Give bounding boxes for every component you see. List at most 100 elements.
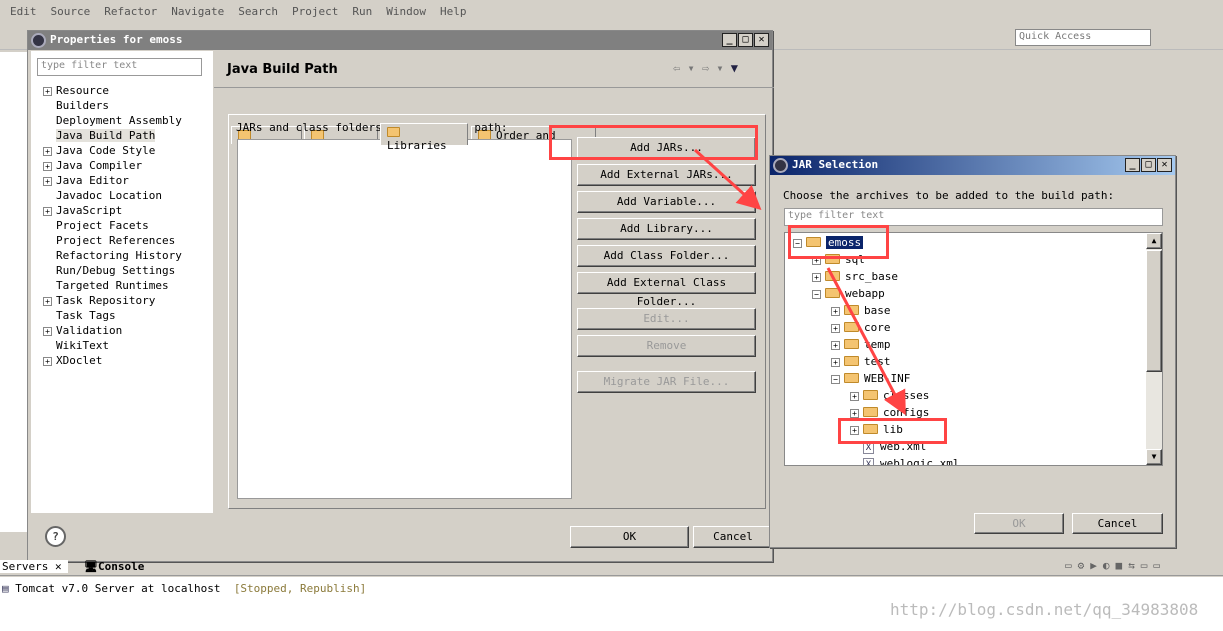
- category-item[interactable]: +WikiText: [43, 339, 109, 352]
- menu-navigate[interactable]: Navigate: [171, 5, 224, 18]
- expand-icon[interactable]: +: [812, 256, 821, 265]
- category-item[interactable]: +Project References: [43, 234, 175, 247]
- eclipse-icon: [773, 158, 788, 173]
- expand-icon[interactable]: +: [43, 207, 52, 216]
- category-item[interactable]: +Targeted Runtimes: [43, 279, 169, 292]
- jar-tree-item[interactable]: + core: [831, 321, 891, 334]
- menu-help[interactable]: Help: [440, 5, 467, 18]
- help-icon[interactable]: ?: [45, 526, 66, 547]
- cancel-button[interactable]: Cancel: [693, 526, 773, 548]
- expand-icon[interactable]: +: [850, 409, 859, 418]
- scrollbar[interactable]: ▲ ▼: [1146, 233, 1162, 465]
- minimize-button[interactable]: _: [722, 33, 737, 47]
- scroll-thumb[interactable]: [1146, 250, 1162, 372]
- maximize-button[interactable]: □: [738, 33, 753, 47]
- category-item[interactable]: +Deployment Assembly: [43, 114, 182, 127]
- jar-ok-button[interactable]: OK: [974, 513, 1064, 534]
- category-item[interactable]: +Refactoring History: [43, 249, 182, 262]
- button-migrate-jar-file[interactable]: Migrate JAR File...: [577, 371, 756, 393]
- category-item[interactable]: + JavaScript: [43, 204, 122, 217]
- jar-tree-item[interactable]: + test: [831, 355, 891, 368]
- button-add-class-folder[interactable]: Add Class Folder...: [577, 245, 756, 267]
- expand-icon[interactable]: +: [43, 327, 52, 336]
- expand-icon[interactable]: +: [850, 392, 859, 401]
- expand-icon[interactable]: +: [43, 297, 52, 306]
- quick-access-input[interactable]: Quick Access: [1015, 29, 1151, 46]
- expand-icon[interactable]: +: [43, 357, 52, 366]
- button-add-external-class-folder[interactable]: Add External Class Folder...: [577, 272, 756, 308]
- button-add-library[interactable]: Add Library...: [577, 218, 756, 240]
- jar-cancel-button[interactable]: Cancel: [1072, 513, 1163, 534]
- expand-icon[interactable]: +: [831, 324, 840, 333]
- scroll-up[interactable]: ▲: [1146, 233, 1162, 249]
- category-item[interactable]: + Task Repository: [43, 294, 155, 307]
- expand-icon[interactable]: +: [850, 426, 859, 435]
- menu-project[interactable]: Project: [292, 5, 338, 18]
- category-item[interactable]: + Resource: [43, 84, 109, 97]
- maximize-button[interactable]: □: [1141, 158, 1156, 172]
- xml-file-icon: X: [863, 441, 874, 454]
- collapse-icon[interactable]: −: [831, 375, 840, 384]
- view-toolbar-icons[interactable]: ▭⚙▶◐■⇆▭▭: [1065, 559, 1166, 572]
- close-button[interactable]: ✕: [754, 33, 769, 47]
- tab-console[interactable]: 🖥Console: [84, 560, 144, 573]
- category-item[interactable]: + XDoclet: [43, 354, 102, 367]
- jar-tree-item[interactable]: − webapp: [812, 287, 885, 300]
- button-edit[interactable]: Edit...: [577, 308, 756, 330]
- button-add-variable[interactable]: Add Variable...: [577, 191, 756, 213]
- expand-icon[interactable]: +: [812, 273, 821, 282]
- menu-window[interactable]: Window: [386, 5, 426, 18]
- filter-input[interactable]: type filter text: [37, 58, 202, 76]
- page-title: Java Build Path: [227, 62, 338, 77]
- category-item[interactable]: +Project Facets: [43, 219, 149, 232]
- expand-icon[interactable]: +: [43, 177, 52, 186]
- expand-icon[interactable]: +: [43, 162, 52, 171]
- tab-servers[interactable]: Servers ✕: [0, 560, 68, 573]
- jar-tree-item[interactable]: + sql: [812, 253, 865, 266]
- minimize-button[interactable]: _: [1125, 158, 1140, 172]
- category-item[interactable]: + Java Code Style: [43, 144, 155, 157]
- menu-refactor[interactable]: Refactor: [104, 5, 157, 18]
- jar-tree-item[interactable]: − emoss: [793, 236, 864, 249]
- category-item[interactable]: +Run/Debug Settings: [43, 264, 175, 277]
- category-item[interactable]: +Java Build Path: [43, 129, 156, 142]
- library-list[interactable]: [237, 139, 572, 499]
- menu-edit[interactable]: Edit: [10, 5, 37, 18]
- close-button[interactable]: ✕: [1157, 158, 1172, 172]
- tab-libraries[interactable]: Libraries: [380, 123, 468, 152]
- expand-icon[interactable]: +: [831, 307, 840, 316]
- collapse-icon[interactable]: −: [812, 290, 821, 299]
- server-row[interactable]: ▤ Tomcat v7.0 Server at localhost [Stopp…: [2, 582, 366, 595]
- ok-button[interactable]: OK: [570, 526, 689, 548]
- jar-tree-item[interactable]: + base: [831, 304, 891, 317]
- collapse-icon[interactable]: −: [793, 239, 802, 248]
- scroll-down[interactable]: ▼: [1146, 449, 1162, 465]
- jar-tree-item[interactable]: − WEB-INF: [831, 372, 910, 385]
- menu-source[interactable]: Source: [51, 5, 91, 18]
- category-item[interactable]: +Javadoc Location: [43, 189, 162, 202]
- button-remove[interactable]: Remove: [577, 335, 756, 357]
- expand-icon[interactable]: +: [43, 147, 52, 156]
- jar-tree-item[interactable]: + configs: [850, 406, 929, 419]
- category-item[interactable]: + Java Editor: [43, 174, 129, 187]
- button-add-external-jars[interactable]: Add External JARs...: [577, 164, 756, 186]
- expand-icon[interactable]: +: [831, 341, 840, 350]
- jar-filter-input[interactable]: type filter text: [784, 208, 1163, 226]
- jar-tree-item[interactable]: +Xweblogic.xml: [850, 457, 959, 465]
- menu-run[interactable]: Run: [352, 5, 372, 18]
- menu-bar: Edit Source Refactor Navigate Search Project R…: [0, 0, 1223, 22]
- jar-tree-item[interactable]: + src_base: [812, 270, 898, 283]
- button-add-jars[interactable]: Add JARs...: [577, 137, 756, 159]
- jar-tree-item[interactable]: + temp: [831, 338, 891, 351]
- category-item[interactable]: + Java Compiler: [43, 159, 142, 172]
- category-item[interactable]: +Builders: [43, 99, 109, 112]
- jar-tree-item[interactable]: + lib: [850, 423, 903, 436]
- expand-icon[interactable]: +: [831, 358, 840, 367]
- jar-tree-item[interactable]: + classes: [850, 389, 929, 402]
- category-item[interactable]: +Task Tags: [43, 309, 116, 322]
- nav-arrows[interactable]: ⇦ ▾ ⇨ ▾ ▼: [673, 61, 738, 75]
- menu-search[interactable]: Search: [238, 5, 278, 18]
- jar-tree-item[interactable]: +Xweb.xml: [850, 440, 926, 454]
- expand-icon[interactable]: +: [43, 87, 52, 96]
- category-item[interactable]: + Validation: [43, 324, 122, 337]
